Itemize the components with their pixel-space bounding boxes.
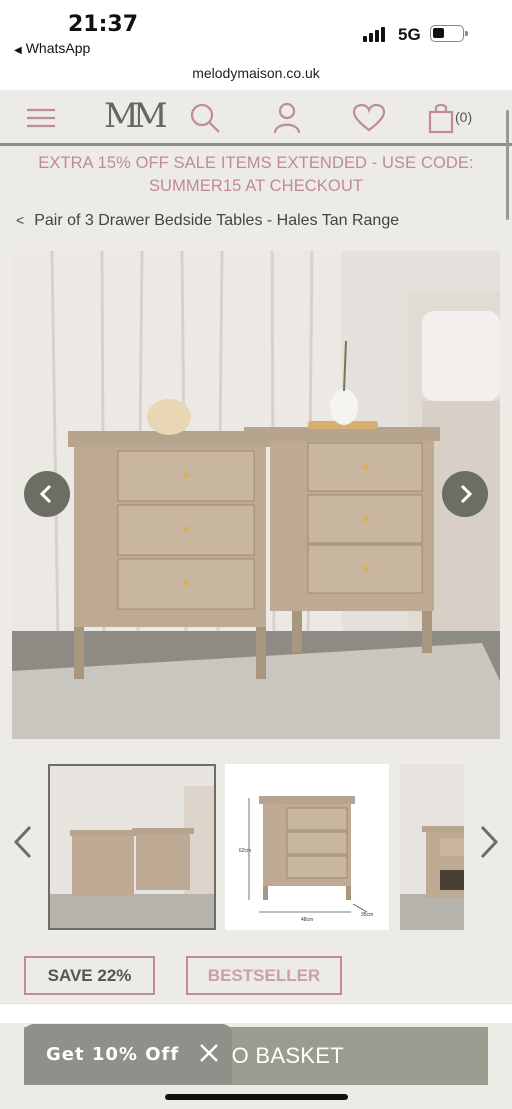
thumbnail-dimensions-drawing: 62cm 48cm 35cm	[225, 764, 389, 930]
gallery-prev-button[interactable]	[24, 471, 70, 517]
thumbnail-prev-button[interactable]	[8, 820, 38, 864]
promo-banner[interactable]: EXTRA 15% OFF SALE ITEMS EXTENDED - USE …	[20, 152, 492, 198]
add-to-basket-label: O BASKET	[231, 1043, 344, 1068]
wishlist-icon[interactable]	[352, 98, 386, 138]
chevron-left-icon	[13, 825, 32, 859]
discount-popup-label: Get 10% Off	[46, 1044, 180, 1065]
url-bar[interactable]: melodymaison.co.uk	[0, 62, 512, 90]
account-icon[interactable]	[270, 98, 304, 138]
cart-count[interactable]: (0)	[455, 109, 472, 125]
network-label: 5G	[398, 25, 421, 44]
product-photo	[12, 251, 500, 739]
dimension-height: 62cm	[239, 848, 251, 854]
dimension-depth: 35cm	[361, 912, 373, 918]
breadcrumb-label: Pair of 3 Drawer Bedside Tables - Hales …	[34, 212, 400, 229]
signal-icon	[363, 26, 387, 42]
close-icon[interactable]	[196, 1040, 222, 1066]
product-main-image[interactable]	[12, 251, 500, 739]
section-divider	[0, 1003, 512, 1023]
breadcrumb-back-icon: <	[16, 212, 25, 228]
breadcrumb[interactable]: < Pair of 3 Drawer Bedside Tables - Hales…	[16, 212, 399, 230]
thumbnail-2[interactable]: 62cm 48cm 35cm	[225, 764, 389, 930]
thumbnail-3[interactable]	[400, 764, 464, 930]
back-triangle-icon: ◀	[14, 45, 22, 56]
home-indicator[interactable]	[165, 1094, 348, 1100]
chevron-left-icon	[39, 484, 52, 504]
bestseller-badge: BESTSELLER	[186, 956, 342, 995]
thumbnail-photo	[400, 764, 464, 930]
thumbnail-1[interactable]	[48, 764, 216, 930]
thumbnail-strip: 62cm 48cm 35cm	[0, 760, 512, 932]
discount-popup[interactable]: Get 10% Off	[24, 1024, 232, 1084]
site-logo[interactable]: MM	[104, 96, 168, 136]
thumbnail-next-button[interactable]	[474, 820, 504, 864]
status-bar: 21:37 ◀ WhatsApp 5G	[0, 0, 512, 62]
clock: 21:37	[68, 12, 139, 37]
save-badge: SAVE 22%	[24, 956, 155, 995]
gallery-next-button[interactable]	[442, 471, 488, 517]
battery-icon	[430, 25, 468, 42]
menu-icon[interactable]	[24, 98, 58, 138]
url-text: melodymaison.co.uk	[192, 65, 320, 81]
back-to-app-link[interactable]: ◀ WhatsApp	[14, 40, 90, 56]
chevron-right-icon	[480, 825, 499, 859]
site-header: MM (0)	[0, 90, 512, 146]
cart-icon[interactable]	[427, 98, 455, 138]
dimension-width: 48cm	[301, 917, 313, 923]
chevron-right-icon	[460, 484, 473, 504]
search-icon[interactable]	[188, 98, 222, 138]
back-app-label: WhatsApp	[25, 40, 91, 56]
thumbnail-photo	[50, 766, 214, 928]
scrollbar[interactable]	[506, 110, 509, 220]
